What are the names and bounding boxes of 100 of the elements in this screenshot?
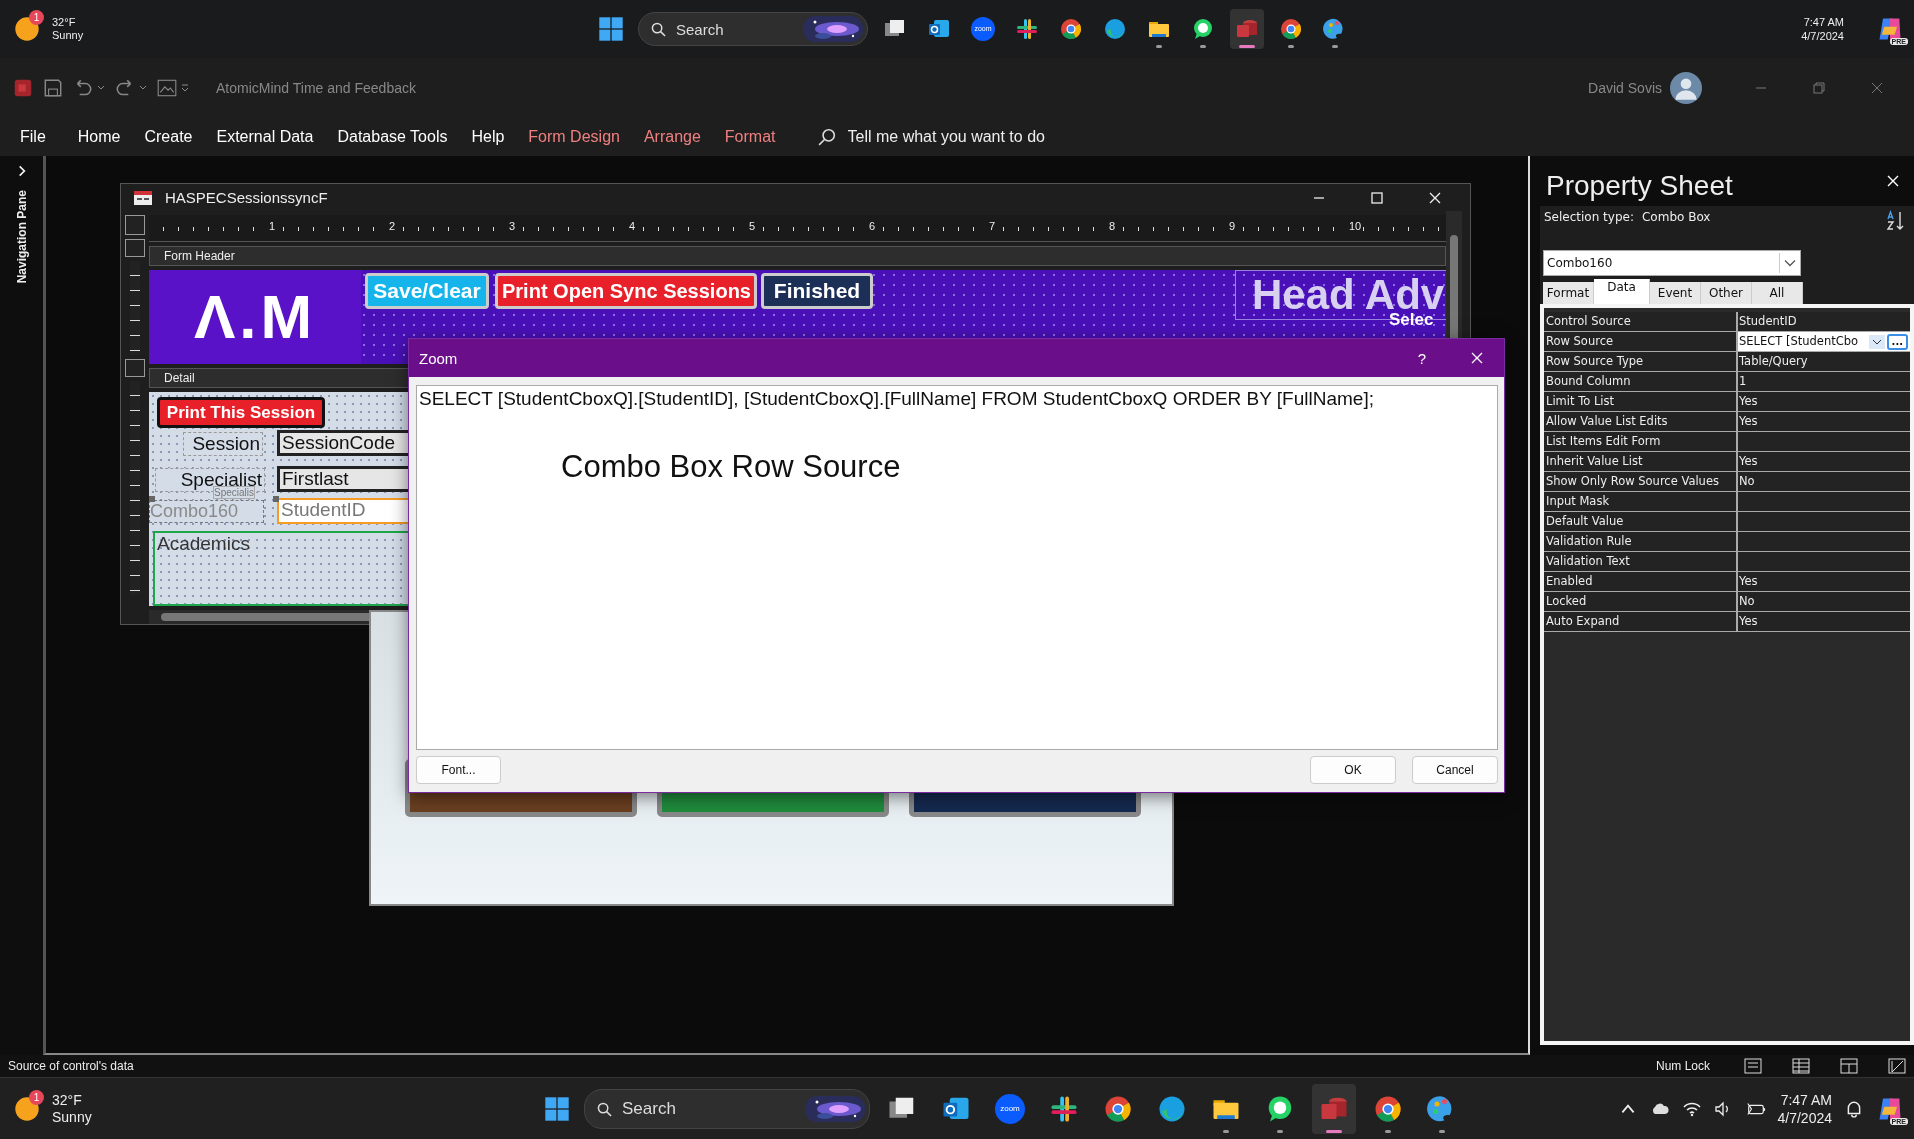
tell-me-field[interactable]: Tell me what you want to do [835,127,1138,147]
ribbon-tab[interactable]: Home [65,128,133,146]
search-icon[interactable] [817,128,836,146]
field-label[interactable]: Session [183,432,263,456]
start-icon[interactable] [598,16,624,42]
form-button[interactable]: Print Open Sync Sessions [495,273,757,309]
property-name[interactable]: Row Source Type [1544,352,1738,371]
header-label: Selec [1389,310,1434,330]
ribbon-tab[interactable]: Create [132,128,205,146]
form-view-icon[interactable] [1744,1058,1762,1074]
property-name[interactable]: Default Value [1544,512,1738,531]
clock[interactable]: 7:47 AM 4/7/2024 [1777,1090,1832,1128]
property-value[interactable]: Yes [1738,612,1910,631]
save-icon[interactable] [42,77,64,99]
form-selector[interactable] [125,215,145,235]
property-name[interactable]: Allow Value List Edits [1544,412,1738,431]
property-name[interactable]: Validation Rule [1544,532,1738,551]
dialog-button[interactable]: Font... [416,756,501,784]
property-name[interactable]: Bound Column [1544,372,1738,391]
customize-caret-icon[interactable] [180,83,190,93]
object-dropdown[interactable]: Combo160 [1543,250,1801,276]
navigation-pane[interactable]: Navigation Pane [0,156,43,1055]
property-name[interactable]: Row Source [1544,332,1738,351]
property-field[interactable]: SELECT [StudentCbo ... [1738,332,1910,351]
resize-handle[interactable] [149,496,155,502]
property-name[interactable]: Control Source [1544,312,1738,331]
temperature-text: 32°F [52,15,77,29]
layout-view-icon[interactable] [1840,1058,1858,1074]
ribbon-tab[interactable]: Arrange [631,128,713,146]
property-name[interactable]: Limit To List [1544,392,1738,411]
datasheet-view-icon[interactable] [1792,1058,1810,1074]
print-button[interactable]: Print This Session [157,397,325,428]
battery-icon[interactable] [1745,1100,1766,1118]
property-name[interactable]: Enabled [1544,572,1738,591]
database-icon [12,77,34,99]
clock[interactable]: 7:47 AM 4/7/2024 [1801,14,1844,44]
dialog-button[interactable]: Cancel [1412,756,1498,784]
start-icon[interactable] [544,1096,570,1122]
builder-button[interactable]: ... [1886,333,1908,350]
date-text: 4/7/2024 [1801,29,1844,44]
tab[interactable]: Format [1543,282,1594,304]
ribbon-tab[interactable]: File [20,128,58,146]
property-name[interactable]: Input Mask [1544,492,1738,511]
form-view-icon[interactable] [156,77,178,99]
property-name[interactable]: Show Only Row Source Values [1544,472,1738,491]
ruler-number: 3 [507,220,518,232]
property-name[interactable]: Inherit Value List [1544,452,1738,471]
search-bar[interactable]: Search [638,12,868,46]
property-value[interactable]: Yes [1738,412,1910,431]
ribbon-tab[interactable]: Form Design [516,128,632,146]
resize-handle[interactable] [273,496,279,502]
form-button[interactable]: Finished [761,273,873,309]
maximize-icon[interactable] [1370,190,1384,205]
sort-icon[interactable] [1886,210,1906,232]
property-name[interactable]: List Items Edit Form [1544,432,1738,451]
time-text: 7:47 AM [1803,14,1844,29]
chat-icon [1191,17,1215,41]
section-bar[interactable]: Form Header [149,246,1446,266]
search-icon[interactable] [651,21,666,37]
ribbon-tab[interactable]: Database Tools [325,128,460,146]
search-field[interactable]: Search [666,19,803,39]
taskbar-button[interactable]: zoom [988,1084,1032,1134]
search-field[interactable]: Search [612,1098,805,1120]
tab[interactable]: All [1752,282,1803,304]
video-app-icon: zoom [995,1094,1025,1124]
ribbon-tab[interactable]: Format [712,128,788,146]
property-name[interactable]: Auto Expand [1544,612,1738,631]
property-name[interactable]: Locked [1544,592,1738,611]
property-value[interactable]: Yes [1738,392,1910,411]
property-value[interactable]: 1 [1738,372,1910,391]
property-name[interactable]: Validation Text [1544,552,1738,571]
design-view-icon[interactable] [1888,1058,1906,1074]
ruler-number: 4 [627,220,638,232]
ribbon-tab[interactable]: External Data [204,128,326,146]
property-value[interactable]: StudentID [1738,312,1910,331]
dialog-button[interactable]: OK [1310,756,1396,784]
ribbon-tab[interactable]: Help [459,128,517,146]
avatar[interactable] [1670,72,1702,104]
tab[interactable]: Other [1701,282,1752,304]
section-selector[interactable] [125,359,145,377]
ruler-number: 8 [1107,220,1118,232]
wifi-icon[interactable] [1681,1100,1702,1118]
property-value[interactable]: Table/Query [1738,352,1910,371]
section-selector[interactable] [125,239,145,257]
help-button[interactable]: ? [1417,349,1426,367]
property-value[interactable]: Yes [1738,452,1910,471]
tab[interactable]: Data [1594,279,1650,304]
restore-icon[interactable] [1812,81,1826,95]
dropdown-icon[interactable] [1868,334,1885,349]
user-name[interactable]: David Sovis [1588,80,1662,96]
search-icon[interactable] [597,1101,612,1117]
notification-badge: 1 [29,1090,44,1105]
property-value[interactable]: No [1738,472,1910,491]
group-label: Academics [157,533,250,554]
tab[interactable]: Event [1650,282,1701,304]
search-bar[interactable]: Search [584,1089,870,1129]
browser-icon [1157,1094,1187,1124]
ruler-number: 9 [1227,220,1238,232]
property-value[interactable]: No [1738,592,1910,611]
property-value[interactable]: Yes [1738,572,1910,591]
